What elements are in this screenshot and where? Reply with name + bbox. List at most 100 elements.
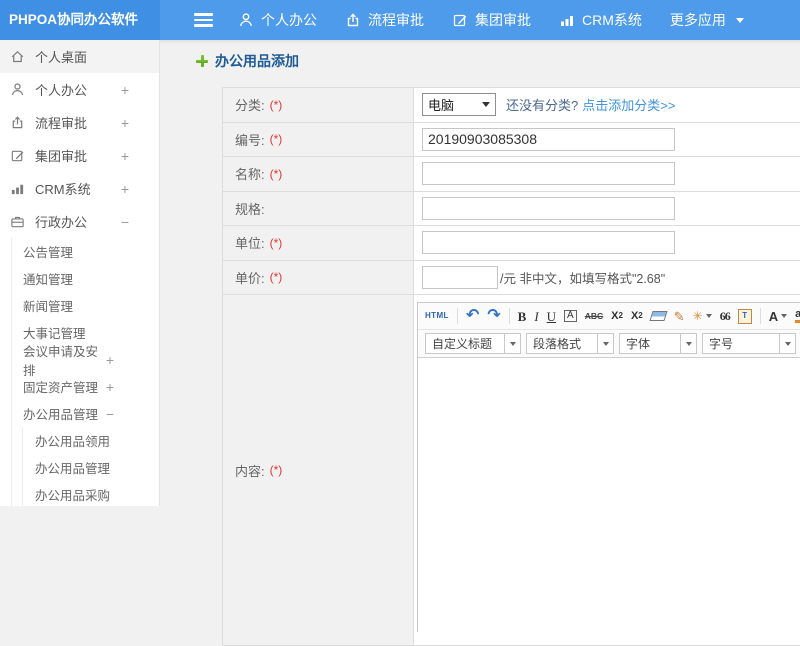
collapse-toggle[interactable]: − [121, 214, 129, 230]
expand-toggle[interactable]: + [121, 181, 129, 197]
sidebar-item-news-mgmt[interactable]: 新闻管理 [0, 292, 159, 319]
sidebar-item-group-approval[interactable]: 集团审批 + [0, 139, 159, 172]
sidebar-item-personal-office[interactable]: 个人办公 + [0, 73, 159, 106]
font-family-dropdown[interactable]: 字体 [619, 333, 697, 354]
field-value: /元 非中文，如填写格式"2.68" [413, 260, 800, 294]
sidebar: 个人桌面 个人办公 + 流程审批 + 集团审批 + CRM系统 + 行政办公 − [0, 40, 160, 506]
paste-text-icon[interactable]: T [737, 308, 752, 324]
sidebar-item-admin-office[interactable]: 行政办公 − [0, 205, 159, 238]
subscript-button[interactable]: X2 [631, 310, 643, 322]
rich-text-editor: HTML ↶ ↷ B I U A ABC X2 X2 ✎ ✳ 66 T A a … [417, 302, 800, 633]
caret-down-icon [735, 17, 744, 27]
expand-toggle[interactable]: + [121, 82, 129, 98]
nav-label: 集团审批 [475, 12, 531, 28]
nav-crm-system[interactable]: CRM系统 [559, 10, 642, 30]
briefcase-icon [10, 214, 25, 229]
field-label: 分类: (*) [223, 88, 413, 122]
required-mark: (*) [269, 166, 283, 181]
sidebar-item-meeting-mgmt[interactable]: 会议申请及安排 + [0, 345, 159, 378]
underline-button[interactable]: U [547, 310, 556, 323]
form-row-unit: 单位: (*) [223, 226, 800, 261]
redo-icon[interactable]: ↷ [487, 308, 500, 324]
field-label: 规格: [223, 192, 413, 226]
source-code-button[interactable]: HTML [425, 312, 449, 320]
bold-button[interactable]: B [518, 310, 527, 323]
expand-toggle[interactable]: + [106, 379, 114, 395]
add-supplies-form: 分类: (*) 电脑 还没有分类? 点击添加分类>> 编号: (*) 20190… [222, 87, 800, 646]
name-input[interactable] [422, 162, 675, 186]
toolbar-separator [456, 308, 458, 324]
toolbar-separator [759, 308, 761, 324]
dropdown-label: 自定义标题 [432, 337, 493, 351]
sup-base: X [611, 309, 619, 322]
required-mark: (*) [269, 97, 283, 112]
sparkle-icon: ✳ [692, 309, 703, 323]
required-mark: (*) [269, 463, 283, 477]
sidebar-item-announcement-mgmt[interactable]: 公告管理 [0, 238, 159, 265]
highlight-icon: ab [795, 309, 800, 323]
expand-toggle[interactable]: + [106, 352, 114, 368]
user-icon [10, 82, 25, 97]
highlight-color-dropdown[interactable]: ab [795, 309, 800, 323]
dropdown-label: 字体 [626, 337, 651, 351]
label-text: 分类: [235, 98, 265, 114]
strikethrough-button[interactable]: ABC [585, 312, 603, 321]
category-select[interactable]: 电脑 [422, 93, 496, 117]
expand-toggle[interactable]: + [121, 115, 129, 131]
paragraph-format-dropdown[interactable]: 段落格式 [526, 333, 614, 354]
menu-toggle-icon[interactable] [194, 13, 213, 27]
app-logo[interactable]: PHPOA协同办公软件 [0, 0, 160, 40]
unit-input[interactable] [422, 231, 675, 255]
required-mark: (*) [269, 235, 283, 250]
nav-more-apps[interactable]: 更多应用 [670, 10, 744, 30]
add-icon [196, 55, 208, 67]
editor-canvas[interactable] [418, 358, 800, 633]
chart-icon [559, 12, 575, 28]
edit-icon [10, 148, 25, 163]
label-text: 内容: [235, 463, 265, 479]
sidebar-item-assets-mgmt[interactable]: 固定资产管理 + [0, 373, 159, 400]
blockquote-button[interactable]: 66 [720, 310, 731, 322]
custom-title-dropdown[interactable]: 自定义标题 [425, 333, 521, 354]
superscript-button[interactable]: X2 [611, 309, 623, 322]
autoformat-button[interactable]: A [564, 310, 577, 322]
editor-toolbar-row2: 自定义标题 段落格式 字体 字号 [418, 330, 800, 358]
field-value [413, 226, 800, 260]
sidebar-item-crm-system[interactable]: CRM系统 + [0, 172, 159, 205]
sidebar-item-supplies-mgmt[interactable]: 办公用品管理 − [0, 400, 159, 427]
nav-workflow-approval[interactable]: 流程审批 [345, 10, 424, 30]
sidebar-item-personal-desktop[interactable]: 个人桌面 [0, 40, 159, 73]
price-input[interactable] [422, 265, 498, 289]
spec-input[interactable] [422, 196, 675, 220]
sidebar-item-notice-mgmt[interactable]: 通知管理 [0, 265, 159, 292]
sidebar-item-label: 新闻管理 [23, 300, 74, 314]
page-title: 办公用品添加 [196, 51, 299, 71]
editor-toolbar-row1: HTML ↶ ↷ B I U A ABC X2 X2 ✎ ✳ 66 T A a [418, 303, 800, 330]
top-navbar: PHPOA协同办公软件 个人办公 流程审批 集团审批 CRM系统 更多应用 [0, 0, 800, 40]
workflow-icon [10, 115, 25, 130]
eraser-icon[interactable] [649, 311, 668, 321]
font-color-dropdown[interactable]: A [769, 310, 788, 323]
collapse-toggle[interactable]: − [106, 406, 114, 422]
add-category-link[interactable]: 点击添加分类>> [582, 95, 675, 114]
sidebar-item-workflow-approval[interactable]: 流程审批 + [0, 106, 159, 139]
format-painter-dropdown[interactable]: ✳ [693, 310, 712, 322]
nav-label: 个人办公 [261, 12, 317, 28]
sidebar-item-supplies-purchase[interactable]: 办公用品采购 [0, 481, 159, 506]
sidebar-item-supplies-requisition[interactable]: 办公用品领用 [0, 427, 159, 454]
italic-button[interactable]: I [534, 310, 538, 323]
undo-icon[interactable]: ↶ [466, 308, 479, 324]
nav-personal-office[interactable]: 个人办公 [238, 10, 317, 30]
label-text: 编号: [235, 132, 265, 148]
sidebar-item-label: 办公用品管理 [23, 408, 99, 422]
format-brush-icon[interactable]: ✎ [674, 310, 685, 323]
label-text: 规格: [235, 201, 265, 217]
font-size-dropdown[interactable]: 字号 [702, 333, 796, 354]
nav-group-approval[interactable]: 集团审批 [452, 10, 531, 30]
no-category-text: 还没有分类? [506, 98, 579, 114]
code-input[interactable] [422, 127, 675, 151]
expand-toggle[interactable]: + [121, 148, 129, 164]
sidebar-item-supplies-manage[interactable]: 办公用品管理 [0, 454, 159, 481]
form-row-name: 名称: (*) [223, 157, 800, 192]
form-row-price: 单价: (*) /元 非中文，如填写格式"2.68" [223, 260, 800, 295]
